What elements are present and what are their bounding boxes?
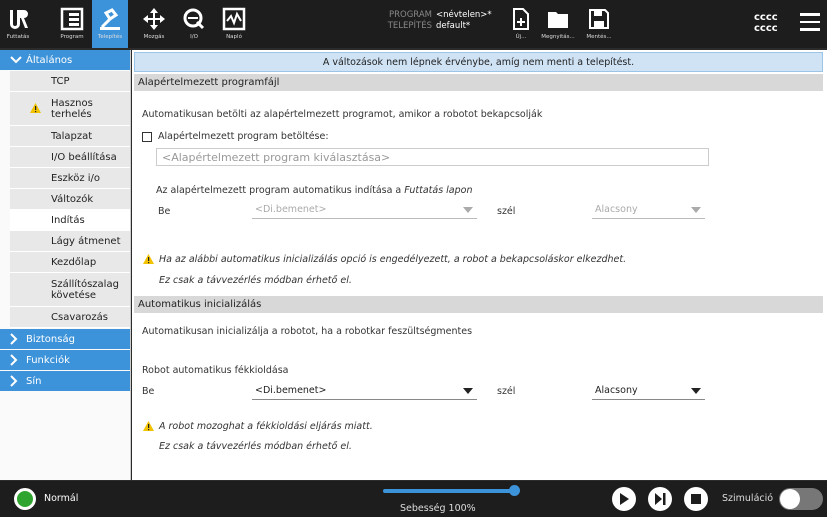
main-panel: A változások nem lépnek érvénybe, amíg n… [132, 50, 827, 480]
tab-log[interactable]: Napló [216, 0, 252, 48]
ur-logo-icon [5, 6, 31, 32]
program-key: PROGRAM [388, 10, 432, 20]
nav-item-io-setup[interactable]: I/O beállítása [10, 147, 130, 168]
open-button[interactable]: Megnyitás... [538, 0, 578, 48]
tab-io[interactable]: I/O [176, 0, 212, 48]
log-icon [221, 6, 247, 32]
dropdown-arrow-icon [691, 388, 701, 394]
brake-release-label: Robot automatikus fékkioldása [142, 365, 289, 376]
top-bar: Futtatás Program Telepítés Mozgás I/O Na… [0, 0, 827, 48]
nav-group-safety[interactable]: Biztonság [0, 329, 130, 349]
speed-text: Sebesség 100% [400, 503, 476, 514]
robot-status-text: Normál [44, 493, 79, 504]
nav-item-mounting[interactable]: Talapzat [10, 126, 130, 147]
default-program-field[interactable]: <Alapértelmezett program kiválasztása> [156, 148, 709, 166]
new-file-icon [508, 6, 534, 32]
auto-init-description: Automatikusan inicializálja a robotot, h… [142, 326, 473, 337]
toggle-knob [780, 489, 800, 509]
chevron-right-icon [10, 354, 22, 366]
user-line-2: cccc [754, 23, 778, 34]
autostart-edge-label: szél [497, 206, 516, 217]
installation-key: TELEPÍTÉS [387, 21, 432, 31]
installation-icon [97, 6, 123, 32]
chevron-down-icon [10, 56, 22, 64]
warning-icon [143, 254, 154, 264]
nav-item-payload[interactable]: Hasznos terhelés [10, 92, 130, 126]
nav-group-rail[interactable]: Sín [0, 371, 130, 391]
nav-item-screwdriving[interactable]: Csavarozás [10, 307, 130, 328]
brake-edge-label: szél [497, 386, 516, 397]
save-button[interactable]: Mentés... [582, 0, 616, 48]
open-folder-icon [545, 6, 571, 32]
tab-move[interactable]: Mozgás [136, 0, 172, 48]
load-default-program-label: Alapértelmezett program betöltése: [158, 131, 329, 142]
nav-item-tcp[interactable]: TCP [10, 71, 130, 92]
tab-run[interactable]: Futtatás [0, 0, 36, 48]
dropdown-arrow-icon [463, 207, 473, 213]
play-icon [620, 493, 629, 505]
user-info: cccc cccc [754, 12, 778, 34]
nav-group-general[interactable]: Általános [0, 50, 130, 70]
program-icon [59, 6, 85, 32]
simulation-toggle[interactable] [779, 488, 823, 510]
robot-status-indicator[interactable] [14, 488, 36, 510]
speed-slider[interactable] [383, 485, 520, 496]
tab-program[interactable]: Program [54, 0, 90, 48]
tab-installation[interactable]: Telepítés [92, 0, 128, 48]
left-navigation: Általános TCP Hasznos terhelés Talapzat … [0, 50, 131, 480]
speed-slider-handle[interactable] [509, 485, 520, 496]
section-default-program: Alapértelmezett programfájl [134, 74, 823, 91]
remote-only-text-2: Ez csak a távvezérlés módban érhető el. [159, 441, 352, 452]
nav-item-variables[interactable]: Változók [10, 189, 130, 210]
autostart-label: Az alapértelmezett program automatikus i… [156, 185, 473, 196]
nav-group-label: Általános [26, 54, 73, 66]
unsaved-notice: A változások nem lépnek érvénybe, amíg n… [134, 52, 823, 72]
step-button[interactable] [648, 487, 672, 511]
dropdown-arrow-icon [691, 207, 701, 213]
io-icon [181, 6, 207, 32]
play-button[interactable] [612, 487, 636, 511]
autostart-on-label: Be [158, 206, 171, 217]
chevron-right-icon [10, 375, 22, 387]
brake-warning-text: A robot mozoghat a fékkioldási eljárás m… [159, 421, 373, 432]
installation-name: default* [436, 21, 471, 31]
autostart-level-select: Alacsony [592, 201, 705, 219]
hamburger-menu-icon[interactable] [800, 13, 820, 33]
dropdown-arrow-icon [463, 388, 473, 394]
stop-button[interactable] [684, 487, 708, 511]
autostart-input-select: <Di.bemenet> [252, 201, 477, 219]
save-icon [586, 6, 612, 32]
load-default-program-checkbox[interactable] [142, 132, 152, 142]
bottom-bar: Normál Sebesség 100% Szimuláció [0, 481, 827, 517]
move-icon [141, 6, 167, 32]
warning-icon [30, 103, 41, 116]
remote-only-text-1: Ez csak a távvezérlés módban érhető el. [159, 275, 352, 286]
brake-on-label: Be [142, 386, 155, 397]
default-program-description: Automatikusan betölti az alapértelmezett… [142, 109, 543, 120]
simulation-label: Szimuláció [722, 493, 774, 504]
warning-icon [143, 421, 154, 431]
stop-icon [691, 494, 701, 504]
autoinit-warning-text: Ha az alábbi automatikus inicializálás o… [159, 254, 627, 265]
step-icon [655, 493, 666, 505]
nav-item-startup[interactable]: Indítás [10, 210, 130, 231]
chevron-right-icon [10, 333, 22, 345]
program-info: PROGRAM <névtelen>* TELEPÍTÉS default* [380, 10, 492, 32]
brake-input-select[interactable]: <Di.bemenet> [252, 382, 477, 400]
brake-level-select[interactable]: Alacsony [592, 382, 705, 400]
nav-item-smooth-transition[interactable]: Lágy átmenet [10, 231, 130, 252]
program-name: <névtelen>* [436, 10, 492, 20]
nav-item-home[interactable]: Kezdőlap [10, 252, 130, 273]
nav-group-features[interactable]: Funkciók [0, 350, 130, 370]
section-auto-init: Automatikus inicializálás [134, 296, 823, 313]
nav-item-tool-io[interactable]: Eszköz i/o [10, 168, 130, 189]
nav-item-conveyor-tracking[interactable]: Szállítószalag követése [10, 273, 130, 307]
user-line-1: cccc [754, 12, 778, 23]
new-button[interactable]: Új... [508, 0, 534, 48]
